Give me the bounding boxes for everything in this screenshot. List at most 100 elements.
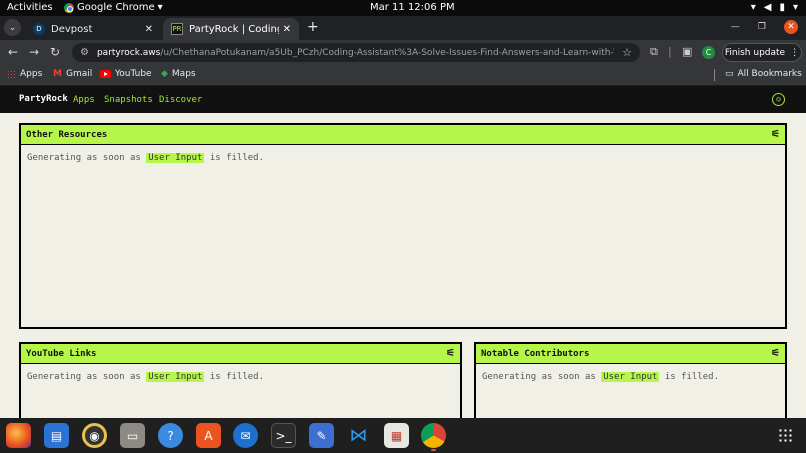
widget-title: Other Resources bbox=[26, 129, 108, 140]
partyrock-navbar: PartyRock Apps Snapshots Discover ☺ bbox=[0, 86, 806, 113]
bookmark-star-icon[interactable]: ☆ bbox=[622, 46, 632, 59]
forward-icon[interactable]: → bbox=[29, 45, 39, 59]
rhythmbox-icon[interactable]: ◉ bbox=[82, 423, 107, 448]
status-text: Generating as soon as bbox=[27, 372, 147, 382]
bookmark-maps[interactable]: ◆ Maps bbox=[161, 69, 196, 79]
vscode-icon[interactable]: ⋈ bbox=[346, 423, 371, 448]
bookmark-label: Maps bbox=[171, 69, 196, 79]
document-viewer-icon[interactable]: ▦ bbox=[384, 423, 409, 448]
finish-update-button[interactable]: Finish update ⋮ bbox=[722, 43, 802, 62]
clock[interactable]: Mar 11 12:06 PM bbox=[370, 2, 455, 13]
minimize-icon[interactable]: — bbox=[731, 22, 740, 32]
back-icon[interactable]: ← bbox=[8, 45, 18, 59]
status-text: Generating as soon as bbox=[482, 372, 602, 382]
gmail-icon: M bbox=[53, 69, 62, 79]
help-icon[interactable]: ? bbox=[158, 423, 183, 448]
restore-icon[interactable]: ❐ bbox=[758, 22, 766, 32]
widget-youtube-links: YouTube Links ⚟ Generating as soon as Us… bbox=[19, 342, 462, 418]
widget-other-resources: Other Resources ⚟ Generating as soon as … bbox=[19, 123, 787, 329]
side-panel-icon[interactable]: ▣ bbox=[682, 45, 692, 58]
widget-body: Generating as soon as User Input is fill… bbox=[21, 364, 460, 390]
tab-devpost[interactable]: D Devpost ✕ bbox=[25, 18, 161, 40]
app-center-icon[interactable]: A bbox=[196, 423, 221, 448]
maps-pin-icon: ◆ bbox=[161, 69, 168, 79]
close-icon[interactable]: ✕ bbox=[283, 24, 291, 35]
battery-icon: ▮ bbox=[779, 2, 785, 13]
ubuntu-dock: ▤ ◉ ▭ ? A ✉ >_ ✎ ⋈ ▦ bbox=[0, 418, 806, 453]
status-text: is filled. bbox=[204, 153, 265, 163]
partyrock-favicon-icon: PR bbox=[171, 23, 183, 35]
notes-icon[interactable]: ✎ bbox=[309, 423, 334, 448]
tab-search-button[interactable]: ⌄ bbox=[4, 19, 21, 36]
partyrock-logo[interactable]: PartyRock bbox=[19, 94, 68, 104]
activities-button[interactable]: Activities bbox=[7, 2, 53, 13]
chrome-icon[interactable] bbox=[421, 423, 446, 448]
bookmarks-bar: Apps M Gmail YouTube ◆ Maps ▭ All Bookma… bbox=[0, 65, 806, 85]
bookmark-label: Apps bbox=[20, 69, 43, 79]
apps-grid-icon bbox=[7, 69, 16, 79]
chrome-icon bbox=[64, 2, 74, 13]
all-bookmarks[interactable]: ▭ All Bookmarks bbox=[725, 69, 802, 79]
thunderbird-icon[interactable]: ✉ bbox=[233, 423, 258, 448]
tab-partyrock[interactable]: PR PartyRock | Coding Assis ✕ bbox=[163, 18, 299, 40]
widget-title: YouTube Links bbox=[26, 348, 97, 359]
system-top-bar: Activities Google Chrome ▾ Mar 11 12:06 … bbox=[0, 0, 806, 16]
app-menu-label: Google Chrome bbox=[77, 2, 155, 13]
settings-sliders-icon[interactable]: ⚟ bbox=[446, 348, 455, 359]
bookmark-label: Gmail bbox=[65, 69, 93, 79]
nav-snapshots[interactable]: Snapshots bbox=[104, 95, 153, 105]
tray-menu-icon: ▾ bbox=[792, 2, 798, 13]
tab-strip: ⌄ D Devpost ✕ PR PartyRock | Coding Assi… bbox=[0, 16, 806, 40]
wifi-icon: ▾ bbox=[750, 2, 756, 13]
settings-sliders-icon[interactable]: ⚟ bbox=[771, 348, 780, 359]
window-controls: — ❐ ✕ bbox=[731, 20, 798, 34]
site-info-icon[interactable]: ⚙ bbox=[80, 47, 89, 58]
nav-apps[interactable]: Apps bbox=[73, 95, 95, 105]
toolbar-divider: | bbox=[668, 45, 672, 58]
show-apps-grid-icon[interactable] bbox=[778, 428, 793, 443]
profile-avatar[interactable]: C bbox=[702, 46, 715, 59]
active-app-indicator bbox=[431, 449, 436, 451]
widget-header: YouTube Links ⚟ bbox=[21, 344, 460, 364]
status-text: Generating as soon as bbox=[27, 153, 147, 163]
files-icon[interactable]: ▭ bbox=[120, 423, 145, 448]
user-input-highlight: User Input bbox=[146, 153, 205, 163]
settings-sliders-icon[interactable]: ⚟ bbox=[771, 129, 780, 140]
firefox-icon[interactable] bbox=[6, 423, 31, 448]
app-menu[interactable]: Google Chrome ▾ bbox=[64, 2, 163, 13]
system-tray[interactable]: ▾ ◀ ▮ ▾ bbox=[751, 2, 798, 13]
tab-title: PartyRock | Coding Assis bbox=[189, 23, 279, 35]
caret-down-icon: ▾ bbox=[157, 2, 163, 13]
devpost-favicon-icon: D bbox=[33, 23, 45, 35]
terminal-icon[interactable]: >_ bbox=[271, 423, 296, 448]
widget-header: Notable Contributors ⚟ bbox=[476, 344, 785, 364]
page-content: PartyRock Apps Snapshots Discover ☺ Othe… bbox=[0, 86, 806, 418]
window-close-icon[interactable]: ✕ bbox=[784, 20, 798, 34]
tab-title: Devpost bbox=[51, 23, 93, 35]
address-bar[interactable]: ⚙ partyrock.aws/u/ChethanaPotukanam/a5Ub… bbox=[72, 43, 640, 62]
bookmarks-divider bbox=[714, 69, 715, 81]
bookmark-apps[interactable]: Apps bbox=[7, 69, 42, 79]
widget-body: Generating as soon as User Input is fill… bbox=[476, 364, 785, 390]
close-icon[interactable]: ✕ bbox=[145, 24, 153, 35]
new-tab-button[interactable]: + bbox=[307, 19, 319, 35]
bookmark-label: YouTube bbox=[115, 69, 152, 79]
user-input-highlight: User Input bbox=[601, 372, 660, 382]
finish-update-label: Finish update bbox=[724, 47, 786, 58]
text-editor-icon[interactable]: ▤ bbox=[44, 423, 69, 448]
volume-icon: ◀ bbox=[763, 2, 772, 13]
bookmark-label: All Bookmarks bbox=[737, 69, 802, 79]
bookmark-gmail[interactable]: M Gmail bbox=[53, 69, 92, 79]
widget-title: Notable Contributors bbox=[481, 348, 590, 359]
extensions-icon[interactable]: ⧉ bbox=[650, 45, 658, 59]
nav-discover[interactable]: Discover bbox=[159, 95, 202, 105]
url-text[interactable]: partyrock.aws/u/ChethanaPotukanam/a5Ub_P… bbox=[97, 48, 614, 58]
smiley-icon[interactable]: ☺ bbox=[772, 93, 785, 106]
status-text: is filled. bbox=[204, 372, 265, 382]
more-vert-icon: ⋮ bbox=[790, 47, 800, 58]
bookmark-youtube[interactable]: YouTube bbox=[100, 69, 152, 79]
chevron-down-icon: ⌄ bbox=[8, 22, 17, 33]
reload-icon[interactable]: ↻ bbox=[50, 45, 60, 59]
widget-body: Generating as soon as User Input is fill… bbox=[21, 145, 785, 171]
widget-notable-contributors: Notable Contributors ⚟ Generating as soo… bbox=[474, 342, 787, 418]
